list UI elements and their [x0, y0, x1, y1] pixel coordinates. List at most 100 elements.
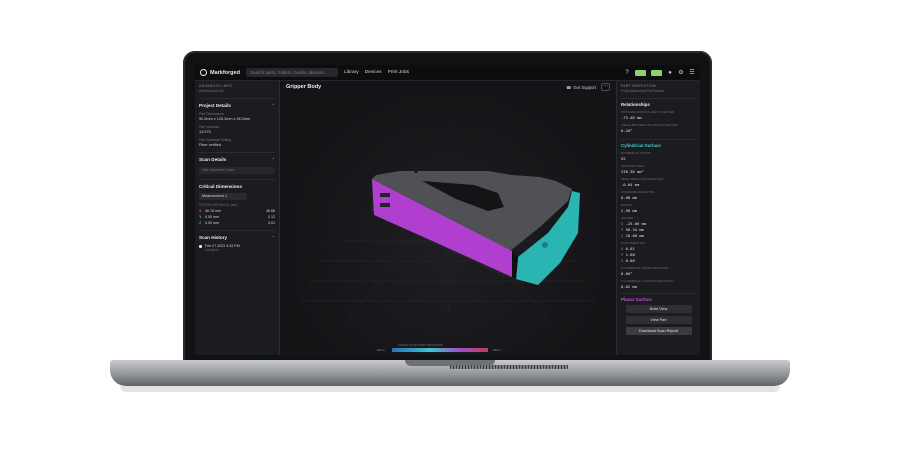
chevron-up-icon: ⌃: [271, 103, 275, 108]
3d-viewport[interactable]: Gripper Body ☎ Get Support ⋯ CHECK SCAN …: [280, 81, 616, 355]
right-inspection-panel: PART INSPECTION Project/Assembly/Part/Su…: [616, 81, 700, 355]
hole-icon: [542, 242, 548, 248]
stat-label: MEAN ABSOLUTE DEVIATION: [621, 177, 664, 181]
critical-dimensions-header[interactable]: Critical Dimensions: [199, 184, 275, 189]
stat-value: -0.04 mm: [621, 182, 640, 187]
top-nav: Markforged Search parts, folders, builds…: [195, 65, 700, 81]
scan-history-item[interactable]: Feb 27 2023 3:43 PM Complete: [199, 244, 275, 252]
nav-devices[interactable]: Devices: [365, 70, 382, 75]
view-part-button[interactable]: View Part: [625, 316, 692, 324]
stat-label: NUMBER OF POINTS: [621, 151, 652, 155]
dimension-value: 46.78 mm: [205, 209, 221, 213]
angle-plane-center-label: ANGLE BETWEEN PLANE AND CENTER: [621, 123, 678, 127]
gear-icon[interactable]: ⚙: [678, 70, 684, 76]
scan-history-title: Scan History: [199, 235, 228, 240]
inspection-notes-input[interactable]: Add Inspection Notes...: [199, 167, 275, 174]
cylindrical-surface-title[interactable]: Cylindrical Surface: [621, 139, 696, 148]
advanced-info-label: ADVANCED INFO: [199, 84, 233, 88]
distance-plane-center-label: DISTANCE FROM PLANE TO CENTER: [621, 110, 675, 114]
dir-x: X 0.01: [621, 246, 696, 251]
more-options-button[interactable]: ⋯: [601, 83, 610, 91]
menu-icon[interactable]: ☰: [689, 70, 695, 76]
center-x-value: -25.00 mm: [625, 221, 647, 226]
center-distance-header: CENTER DISTANCE (mm): [199, 203, 238, 207]
stat-value: 52: [621, 156, 626, 161]
project-details-header[interactable]: Project Details ⌃: [199, 103, 275, 108]
viewport-header: Gripper Body ☎ Get Support ⋯: [280, 81, 616, 93]
deviation-legend-max: 20um: [493, 348, 501, 352]
slot-icon: [380, 203, 390, 207]
part-model[interactable]: [280, 81, 616, 355]
nav-print-jobs[interactable]: Print Jobs: [388, 70, 409, 75]
part-inspection-path: Project/Assembly/Part/Surface: [621, 89, 665, 93]
app-screen: Markforged Search parts, folders, builds…: [195, 65, 700, 355]
stat-value: 2.56 mm: [621, 208, 638, 213]
dir-y: Y 1.00: [621, 252, 696, 257]
part-dimensions-label: Part Dimensions: [199, 112, 224, 116]
scan-history-header[interactable]: Scan History ⌃: [199, 235, 275, 240]
bell-icon[interactable]: ●: [667, 70, 673, 76]
laptop-shadow: [120, 386, 780, 392]
download-scan-report-button[interactable]: Download Scan Report: [625, 327, 692, 335]
stat-label: STANDARD DEVIATION: [621, 190, 655, 194]
cyl-location-deviation-value: 0.02 mm: [621, 284, 638, 289]
project-details-title: Project Details: [199, 103, 231, 108]
search-input[interactable]: Search parts, folders, builds, devices..…: [245, 68, 338, 77]
laptop-base: [110, 360, 790, 386]
angle-plane-center-value: 0.20°: [621, 128, 633, 133]
printer-status-icon[interactable]: [635, 69, 646, 76]
axis-y-label: Y: [621, 227, 624, 232]
chevron-up-icon: ⌃: [271, 157, 275, 162]
laptop-lid: Markforged Search parts, folders, builds…: [183, 51, 712, 363]
cyl-location-deviation-label: CYLINDRICAL LOCATION DEVIATION: [621, 279, 674, 283]
dimension-value: 0.00 mm: [205, 221, 219, 225]
stat-label: RADIUS: [621, 203, 633, 207]
scan-details-section: Scan Details ⌃ Add Inspection Notes...: [199, 152, 275, 174]
scan-details-title: Scan Details: [199, 157, 227, 162]
nav-library[interactable]: Library: [344, 70, 359, 75]
dimension-deviation: 0.01: [268, 221, 275, 225]
axis-x-label: X: [621, 221, 624, 226]
stat-value: 0.08 mm: [621, 195, 638, 200]
dimension-row-x: X 46.78 mm 46.68: [199, 209, 275, 213]
dimension-row-y: Y 0.00 mm 0.12: [199, 215, 275, 219]
headset-icon: ☎: [566, 84, 572, 90]
speaker-grille: [450, 365, 568, 369]
relationships-title[interactable]: Relationships: [621, 98, 696, 107]
left-sidebar: ADVANCED INFO Additive/part info Project…: [195, 81, 280, 355]
axis-x-label: X: [621, 246, 624, 251]
dir-z: Z 0.00: [621, 258, 696, 263]
measurement-dropdown[interactable]: Measurement 1: [199, 193, 247, 200]
dimension-value: 0.00 mm: [205, 215, 219, 219]
deviation-legend-min: -20um: [376, 348, 385, 352]
part-variance-value: 13,975: [199, 130, 211, 134]
slot-icon: [380, 193, 390, 197]
deviation-legend-bar: [392, 348, 488, 352]
help-icon[interactable]: ?: [624, 70, 630, 76]
critical-dimensions-title: Critical Dimensions: [199, 184, 242, 189]
brand-logo[interactable]: Markforged: [200, 69, 240, 76]
planar-surface-title[interactable]: Planar Surface: [621, 293, 696, 302]
dir-z-value: 0.00: [625, 258, 635, 263]
get-support-button[interactable]: ☎ Get Support: [566, 85, 596, 90]
center-y: Y 50.34 mm: [621, 227, 696, 232]
printer-status-icon-2[interactable]: [651, 69, 662, 76]
advanced-info-sub: Additive/part info: [199, 89, 225, 93]
axis-z-label: Z: [621, 233, 624, 238]
dimension-deviation: 0.12: [268, 215, 275, 219]
scan-history-section: Scan History ⌃ Feb 27 2023 3:43 PM Compl…: [199, 230, 275, 252]
markforged-logo-icon: [200, 69, 207, 76]
critical-dimensions-section: Critical Dimensions Measurement 1 CENTER…: [199, 179, 275, 225]
history-dot-icon: [199, 245, 202, 248]
center-y-value: 50.34 mm: [625, 227, 644, 232]
build-view-button[interactable]: Build View: [625, 305, 692, 313]
center-z-value: 18.00 mm: [625, 233, 644, 238]
stat-label: SURFACE AREA: [621, 164, 645, 168]
dir-x-value: 0.01: [625, 246, 635, 251]
part-title: Gripper Body: [286, 84, 322, 90]
cyl-angle-deviation-label: CYLINDRICAL ANGLE DEVIATION: [621, 266, 669, 270]
dimension-row-z: Z 0.00 mm 0.01: [199, 221, 275, 225]
dimension-deviation: 46.68: [266, 209, 275, 213]
tooling-label: Part Variance/Tooling: [199, 138, 231, 142]
scan-details-header[interactable]: Scan Details ⌃: [199, 157, 275, 162]
